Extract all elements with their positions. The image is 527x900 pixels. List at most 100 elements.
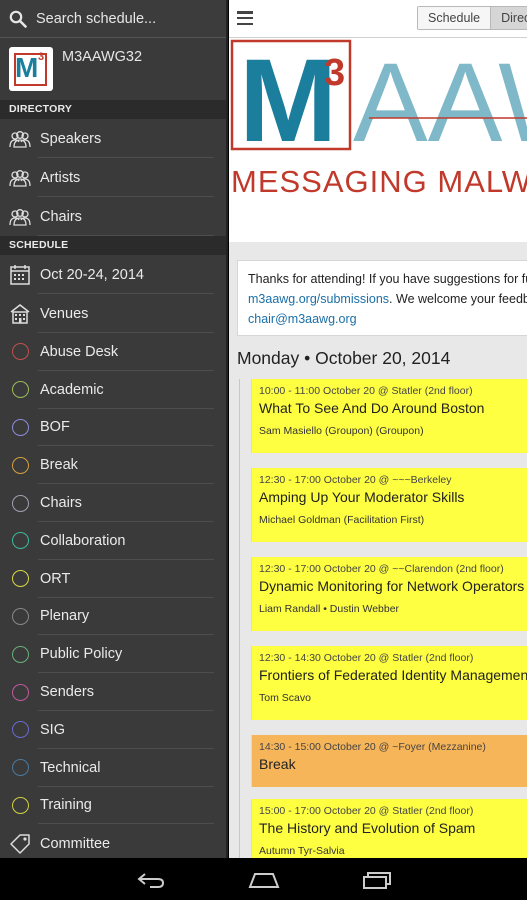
drawer-item-label: Academic [40, 381, 104, 398]
category-dot-icon [9, 719, 31, 741]
drawer-item-label: Abuse Desk [40, 343, 119, 360]
drawer-item-label: Technical [40, 759, 101, 776]
session-card[interactable]: 12:30 - 17:00 October 20 @ ~~~Berkeley Am… [251, 468, 527, 542]
drawer-item-label: Break [40, 457, 78, 474]
category-dot-icon [9, 530, 31, 552]
tag-icon [9, 833, 31, 855]
category-dot-icon [9, 568, 31, 590]
system-nav-bar [0, 858, 527, 900]
drawer-item-category[interactable]: Chairs [0, 484, 226, 522]
svg-text:M: M [239, 38, 337, 163]
session-card[interactable]: 14:30 - 15:00 October 20 @ ~Foyer (Mezza… [251, 735, 527, 787]
category-dot-icon [9, 379, 31, 401]
drawer-item-category[interactable]: BOF [0, 409, 226, 447]
session-time: 12:30 - 14:30 October 20 @ Statler (2nd … [259, 652, 474, 664]
calendar-icon [9, 264, 31, 286]
search-bar[interactable]: Search schedule... [0, 0, 226, 38]
drawer-item-label: Senders [40, 684, 95, 701]
chair-email-link[interactable]: chair@m3aawg.org [248, 312, 357, 326]
drawer-item-dates[interactable]: Oct 20-24, 2014 [0, 255, 226, 294]
session-title: Frontiers of Federated Identity Manageme… [259, 667, 527, 683]
category-dot-icon [9, 492, 31, 514]
navigation-drawer: Search schedule... M 3 M3AAWG32 DIRECTOR… [0, 0, 228, 858]
building-icon [9, 303, 31, 325]
session-card[interactable]: 12:30 - 14:30 October 20 @ Statler (2nd … [251, 646, 527, 720]
session-title: Amping Up Your Moderator Skills [259, 489, 465, 505]
conference-banner: M 3 AAWG MESSAGING MALWARE [229, 38, 527, 242]
session-title: Break [259, 756, 296, 772]
drawer-item-category[interactable]: Training [0, 787, 226, 825]
drawer-item-chairs[interactable]: Chairs [0, 197, 226, 236]
banner-tagline: MESSAGING MALWARE [231, 164, 527, 199]
session-time: 15:00 - 17:00 October 20 @ Statler (2nd … [259, 805, 474, 817]
day-heading: Monday • October 20, 2014 [237, 348, 451, 368]
svg-text:3: 3 [324, 52, 345, 94]
drawer-item-label: SIG [40, 721, 65, 738]
people-icon [9, 128, 31, 150]
drawer-item-category[interactable]: ORT [0, 560, 226, 598]
drawer-item-label: Plenary [40, 608, 90, 625]
session-title: What To See And Do Around Boston [259, 400, 485, 416]
tab-directory[interactable]: Directory [490, 7, 527, 29]
svg-text:AAWG: AAWG [353, 40, 527, 163]
drawer-item-label: Chairs [40, 208, 82, 225]
schedule-content: Schedule Directory M 3 AAWG MESSAGING MA… [229, 0, 527, 858]
schedule-header: SCHEDULE [0, 236, 226, 255]
drawer-item-category[interactable]: Break [0, 446, 226, 484]
drawer-item-label: Committee [40, 835, 111, 852]
drawer-item-category[interactable]: SIG [0, 711, 226, 749]
drawer-item-label: Public Policy [40, 646, 123, 663]
session-speakers: Autumn Tyr-Salvia [259, 845, 345, 857]
session-card[interactable]: 12:30 - 17:00 October 20 @ ~~Clarendon (… [251, 557, 527, 631]
category-dot-icon [9, 681, 31, 703]
drawer-item-category[interactable]: Collaboration [0, 522, 226, 560]
session-speakers: Tom Scavo [259, 692, 311, 704]
app-logo: M 3 [9, 47, 53, 91]
category-dot-icon [9, 605, 31, 627]
drawer-item-label: Chairs [40, 495, 82, 512]
tab-schedule[interactable]: Schedule [418, 7, 491, 29]
drawer-item-category[interactable]: Public Policy [0, 635, 226, 673]
search-input[interactable]: Search schedule... [36, 11, 156, 27]
drawer-item-category[interactable]: Senders [0, 673, 226, 711]
drawer-item-category[interactable]: Abuse Desk [0, 333, 226, 371]
session-time: 12:30 - 17:00 October 20 @ ~~Clarendon (… [259, 563, 504, 575]
session-time: 12:30 - 17:00 October 20 @ ~~~Berkeley [259, 474, 452, 486]
session-card[interactable]: 10:00 - 11:00 October 20 @ Statler (2nd … [251, 379, 527, 453]
session-speakers: Liam Randall • Dustin Webber [259, 603, 400, 615]
drawer-item-label: ORT [40, 570, 71, 587]
session-speakers: Michael Goldman (Facilitation First) [259, 514, 425, 526]
drawer-item-category[interactable]: Academic [0, 371, 226, 409]
menu-icon[interactable] [237, 11, 253, 26]
home-icon[interactable] [247, 870, 281, 890]
drawer-item-artists[interactable]: Artists [0, 158, 226, 197]
search-icon [9, 10, 27, 28]
category-dot-icon [9, 341, 31, 363]
recents-icon[interactable] [361, 870, 393, 890]
drawer-item-committee[interactable]: Committee [0, 824, 226, 858]
back-icon[interactable] [136, 870, 166, 890]
drawer-item-label: Oct 20-24, 2014 [40, 266, 144, 283]
drawer-item-label: BOF [40, 419, 70, 436]
people-icon [9, 167, 31, 189]
session-title: The History and Evolution of Spam [259, 820, 476, 836]
session-card[interactable]: 15:00 - 17:00 October 20 @ Statler (2nd … [251, 799, 527, 858]
app-header[interactable]: M 3 M3AAWG32 [0, 38, 226, 100]
category-dot-icon [9, 794, 31, 816]
drawer-item-label: Collaboration [40, 532, 126, 549]
session-speakers: Sam Masiello (Groupon) (Groupon) [259, 425, 424, 437]
view-switcher: Schedule Directory [417, 6, 527, 30]
drawer-item-speakers[interactable]: Speakers [0, 119, 226, 158]
drawer-item-venues[interactable]: Venues [0, 294, 226, 333]
session-time: 10:00 - 11:00 October 20 @ Statler (2nd … [259, 385, 473, 397]
category-dot-icon [9, 454, 31, 476]
drawer-item-category[interactable]: Plenary [0, 598, 226, 636]
people-icon [9, 206, 31, 228]
submissions-link[interactable]: m3aawg.org/submissions [248, 292, 389, 306]
drawer-item-category[interactable]: Technical [0, 749, 226, 787]
m3aawg-logo: M 3 AAWG [230, 38, 527, 163]
session-time: 14:30 - 15:00 October 20 @ ~Foyer (Mezza… [259, 741, 486, 753]
drawer-item-label: Speakers [40, 130, 102, 147]
drawer-item-label: Venues [40, 305, 89, 322]
category-dot-icon [9, 643, 31, 665]
